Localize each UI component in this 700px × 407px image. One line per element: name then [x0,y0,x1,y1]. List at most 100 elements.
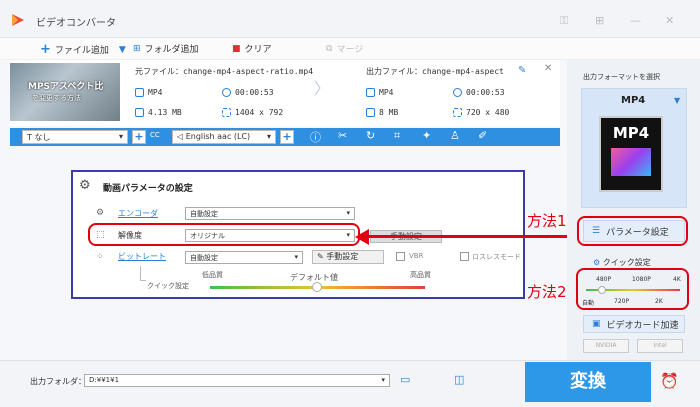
app-logo-icon [12,14,24,26]
add-audio-button[interactable]: + [280,130,294,144]
thumb-title: MPSアスペクト比 [28,82,104,92]
open-folder-icon[interactable]: ◫ [454,373,464,386]
select-format-label: 出力フォーマットを選択 [583,73,660,81]
resize-icon [222,108,231,117]
remove-file-icon[interactable]: ✕ [544,63,552,74]
clear-button[interactable]: ■ クリア [232,42,272,56]
mp4-card-text: MP4 [612,124,650,142]
rotate-icon[interactable]: ↻ [366,129,375,142]
thumb-subtitle: を変更する方法 [32,94,81,102]
cc-icon[interactable]: CC [150,131,160,139]
encoder-select[interactable]: 自動設定 ▾ [185,207,355,220]
highlight-param-button [577,216,688,246]
encoder-icon: ⚙ [96,208,105,218]
output-resolution: 720 x 480 [453,108,509,117]
edit-pen-icon[interactable]: ✐ [478,129,487,142]
add-folder-label: フォルダ追加 [144,45,199,55]
source-format: MP4 [135,88,162,97]
format-name: MP4 [621,95,646,106]
output-format: MP4 [366,88,393,97]
film-graphic [611,148,651,176]
gpu-accel-button[interactable]: ▣ ビデオカード加速 [583,315,685,333]
video-thumbnail[interactable]: MPSアスペクト比 を変更する方法 [10,63,120,121]
vbr-checkbox[interactable] [396,252,405,261]
audio-track-dropdown[interactable]: ◁ English aac (LC) ▾ [172,130,276,144]
low-quality-label: 低品質 [202,271,223,279]
video-settings-icon: ⚙ [79,178,91,193]
source-duration: 00:00:53 [222,88,274,97]
chevron-down-icon[interactable]: ▼ [119,45,126,55]
edit-icon[interactable]: ✎ [518,65,526,76]
bitrate-label[interactable]: ビットレート [118,251,166,262]
subtitle-dropdown[interactable]: T なし ▾ [22,130,128,144]
bitrate-manual-button[interactable]: ✎ 手動設定 [312,250,384,264]
quality-slider-handle[interactable] [312,282,322,292]
gpu-icon: ▣ [592,319,601,329]
close-icon[interactable]: ✕ [665,14,674,27]
tree-line [140,266,141,280]
highlight-quick-settings [576,268,689,310]
method1-label: 方法1 [527,212,567,230]
add-subtitle-button[interactable]: + [132,130,146,144]
vbr-label: VBR [409,252,424,260]
default-label: デフォルト値 [290,273,338,282]
browse-folder-icon[interactable]: ▭ [400,373,410,386]
annotation-arrow [360,235,580,238]
chevron-down-icon: ▾ [346,209,350,217]
folder-plus-icon: ⊞ [133,43,141,54]
high-quality-label: 高品質 [410,271,431,279]
lossless-checkbox[interactable] [460,252,469,261]
gear-icon: ⚙ [593,258,603,267]
nvidia-badge: NVIDIA [583,339,629,353]
quick-settings-label: クイック設定 [147,282,189,290]
format-icon [366,88,375,97]
effects-icon[interactable]: ✦ [422,129,431,142]
encoder-label[interactable]: エンコーダ [118,208,158,219]
output-folder-input[interactable]: D:¥¥1¥1 ▾ [84,374,390,387]
speaker-icon: ◁ [177,132,186,141]
dialog-title: 動画パラメータの設定 [103,184,193,194]
trash-icon: ■ [232,43,241,54]
convert-button[interactable]: 変換 [525,362,651,402]
source-resolution: 1404 x 792 [222,108,283,117]
clock-icon [222,88,231,97]
watermark-icon[interactable]: ♙ [450,129,460,142]
app-title: ビデオコンバータ [36,18,116,29]
merge-button[interactable]: ⧉ マージ [326,42,364,56]
minimize-icon[interactable]: — [630,14,641,27]
chevron-down-icon: ▾ [381,376,385,384]
chevron-down-icon: ▾ [118,132,123,141]
add-file-button[interactable]: + ファイル追加 ▼ [40,42,126,57]
cart-icon[interactable]: ⊞ [595,14,604,27]
merge-icon: ⧉ [326,43,333,54]
bitrate-select[interactable]: 自動設定 ▾ [185,251,303,264]
chevron-down-icon[interactable]: ▼ [674,96,680,105]
format-icon [135,88,144,97]
info-icon[interactable]: ⓘ [310,129,321,145]
chevron-right-icon: 〉 [314,79,331,98]
file-icon [366,108,375,117]
scissors-icon[interactable]: ✂ [338,129,347,142]
clear-label: クリア [244,45,272,55]
key-icon[interactable]: ⚿ [560,14,568,28]
add-folder-button[interactable]: ⊞ フォルダ追加 [133,42,199,56]
output-duration: 00:00:53 [453,88,505,97]
lossless-label: ロスレスモード [472,253,521,261]
output-file-label: 出力ファイル：change-mp4-aspect [366,67,504,76]
tree-line [140,280,146,281]
output-folder-label: 出力フォルダ： [30,377,86,386]
add-file-label: ファイル追加 [54,46,109,56]
merge-label: マージ [336,45,364,55]
highlight-resolution [88,223,360,246]
quick-settings-title: ⚙ クイック設定 [593,258,651,267]
crop-icon[interactable]: ⌗ [394,129,400,143]
output-size: 8 MB [366,108,398,117]
source-file-label: 元ファイル：change-mp4-aspect-ratio.mp4 [135,67,314,76]
bitrate-icon: ⁘ [96,252,104,262]
alarm-clock-icon[interactable]: ⏰ [660,372,679,390]
method2-label: 方法2 [527,283,567,301]
arrow-head [355,229,369,245]
resize-icon [453,108,462,117]
source-size: 4.13 MB [135,108,182,117]
file-icon [135,108,144,117]
